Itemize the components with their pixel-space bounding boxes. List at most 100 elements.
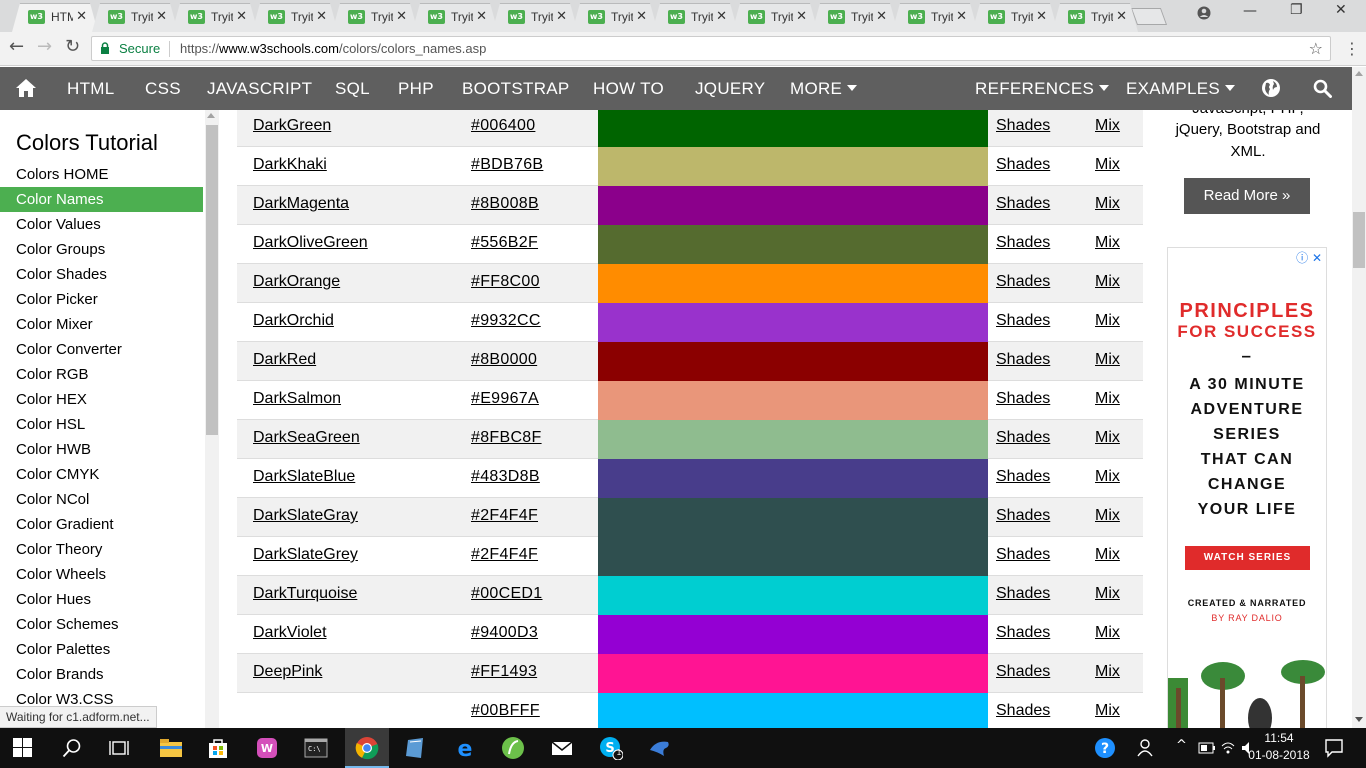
sidebar-item[interactable]: Color Wheels (0, 562, 203, 587)
color-name-link[interactable]: DarkKhaki (253, 156, 327, 174)
tab-close-icon[interactable]: ✕ (1036, 9, 1047, 24)
shades-link[interactable]: Shades (996, 624, 1050, 642)
sidebar-item[interactable]: Color Shades (0, 262, 203, 287)
forward-icon[interactable]: → (37, 36, 52, 57)
restore-icon[interactable]: ❐ (1290, 2, 1303, 18)
color-hex-link[interactable]: #00BFFF (471, 702, 540, 720)
shades-link[interactable]: Shades (996, 390, 1050, 408)
tab-close-icon[interactable]: ✕ (76, 9, 87, 24)
sidebar-item[interactable]: Color Groups (0, 237, 203, 262)
mix-link[interactable]: Mix (1095, 468, 1120, 486)
mix-link[interactable]: Mix (1095, 390, 1120, 408)
command-prompt-icon[interactable]: C:\ (304, 736, 328, 760)
shades-link[interactable]: Shades (996, 468, 1050, 486)
nav-html[interactable]: HTML (67, 79, 114, 99)
tab-close-icon[interactable]: ✕ (396, 9, 407, 24)
browser-tab[interactable]: w3 Tryit ✕ (572, 3, 658, 32)
nav-javascript[interactable]: JAVASCRIPT (207, 79, 312, 99)
color-swatch[interactable] (598, 225, 988, 264)
shades-link[interactable]: Shades (996, 585, 1050, 603)
nav-css[interactable]: CSS (145, 79, 181, 99)
search-icon[interactable] (1313, 79, 1332, 98)
color-swatch[interactable] (598, 576, 988, 615)
color-name-link[interactable]: DarkSalmon (253, 390, 341, 408)
nav-jquery[interactable]: JQUERY (695, 79, 765, 99)
tab-close-icon[interactable]: ✕ (636, 9, 647, 24)
shades-link[interactable]: Shades (996, 702, 1050, 720)
color-name-link[interactable]: DarkOrchid (253, 312, 334, 330)
mix-link[interactable]: Mix (1095, 156, 1120, 174)
page-scroll-down-icon[interactable] (1355, 717, 1363, 722)
tab-close-icon[interactable]: ✕ (156, 9, 167, 24)
advertisement[interactable]: ⓘ ✕ PRINCIPLES FOR SUCCESS – A 30 MINUTE… (1167, 247, 1327, 728)
url-text[interactable]: https://www.w3schools.com/colors/colors_… (180, 41, 486, 56)
file-explorer-icon[interactable] (159, 736, 183, 760)
color-hex-link[interactable]: #9932CC (471, 312, 541, 330)
mix-link[interactable]: Mix (1095, 312, 1120, 330)
color-hex-link[interactable]: #BDB76B (471, 156, 543, 174)
color-swatch[interactable] (598, 147, 988, 186)
browser-tab[interactable]: w3 Tryit ✕ (732, 3, 818, 32)
page-scroll-up-icon[interactable] (1355, 71, 1363, 76)
ad-watch-series-button[interactable]: WATCH SERIES (1185, 546, 1310, 570)
shades-link[interactable]: Shades (996, 351, 1050, 369)
mix-link[interactable]: Mix (1095, 351, 1120, 369)
clock-time[interactable]: 11:54 (1259, 731, 1299, 745)
mix-link[interactable]: Mix (1095, 702, 1120, 720)
shades-link[interactable]: Shades (996, 312, 1050, 330)
color-name-link[interactable]: DarkOliveGreen (253, 234, 368, 252)
tab-close-icon[interactable]: ✕ (476, 9, 487, 24)
mail-icon[interactable] (550, 736, 574, 760)
color-hex-link[interactable]: #8B0000 (471, 351, 537, 369)
browser-tab[interactable]: w3 Tryit ✕ (92, 3, 178, 32)
nav-php[interactable]: PHP (398, 79, 434, 99)
shades-link[interactable]: Shades (996, 195, 1050, 213)
tab-close-icon[interactable]: ✕ (796, 9, 807, 24)
color-name-link[interactable]: DarkSlateGrey (253, 546, 358, 564)
bookmark-star-icon[interactable]: ☆ (1309, 39, 1323, 58)
windows-start-icon[interactable] (13, 738, 32, 757)
sidebar-item[interactable]: Color HWB (0, 437, 203, 462)
color-name-link[interactable]: DarkViolet (253, 624, 327, 642)
help-icon[interactable]: ? (1093, 736, 1117, 760)
sidebar-item[interactable]: Color Picker (0, 287, 203, 312)
browser-tab[interactable]: w3 HTM ✕ (12, 3, 98, 32)
mix-link[interactable]: Mix (1095, 507, 1120, 525)
tab-close-icon[interactable]: ✕ (1116, 9, 1127, 24)
nav-references[interactable]: REFERENCES (975, 79, 1110, 99)
sidebar-item[interactable]: Color NCol (0, 487, 203, 512)
color-hex-link[interactable]: #2F4F4F (471, 546, 538, 564)
color-name-link[interactable]: DarkSeaGreen (253, 429, 360, 447)
color-hex-link[interactable]: #E9967A (471, 390, 539, 408)
shades-link[interactable]: Shades (996, 234, 1050, 252)
shades-link[interactable]: Shades (996, 507, 1050, 525)
tab-close-icon[interactable]: ✕ (956, 9, 967, 24)
color-swatch[interactable] (598, 110, 988, 147)
tab-close-icon[interactable]: ✕ (236, 9, 247, 24)
shades-link[interactable]: Shades (996, 156, 1050, 174)
color-name-link[interactable]: DarkTurquoise (253, 585, 357, 603)
action-center-icon[interactable] (1324, 738, 1344, 758)
sidebar-item[interactable]: Color HSL (0, 412, 203, 437)
sidebar-item[interactable]: Color Values (0, 212, 203, 237)
color-hex-link[interactable]: #FF1493 (471, 663, 537, 681)
sidebar-item[interactable]: Color CMYK (0, 462, 203, 487)
reload-icon[interactable]: ↻ (65, 36, 80, 57)
sidebar-item[interactable]: Color Schemes (0, 612, 203, 637)
browser-tab[interactable]: w3 Tryit ✕ (412, 3, 498, 32)
color-swatch[interactable] (598, 654, 988, 693)
people-icon[interactable] (1136, 738, 1156, 758)
app-icon-dolphin[interactable] (648, 736, 672, 760)
color-swatch[interactable] (598, 342, 988, 381)
minimize-icon[interactable]: — (1243, 3, 1257, 19)
mix-link[interactable]: Mix (1095, 429, 1120, 447)
sidebar-item[interactable]: Color HEX (0, 387, 203, 412)
wifi-icon[interactable] (1220, 740, 1236, 756)
browser-tab[interactable]: w3 Tryit ✕ (332, 3, 418, 32)
mix-link[interactable]: Mix (1095, 663, 1120, 681)
sidebar-item[interactable]: Color Hues (0, 587, 203, 612)
color-hex-link[interactable]: #8FBC8F (471, 429, 542, 447)
color-hex-link[interactable]: #2F4F4F (471, 507, 538, 525)
color-swatch[interactable] (598, 264, 988, 303)
ad-choices-icon[interactable]: ⓘ ✕ (1296, 249, 1322, 266)
